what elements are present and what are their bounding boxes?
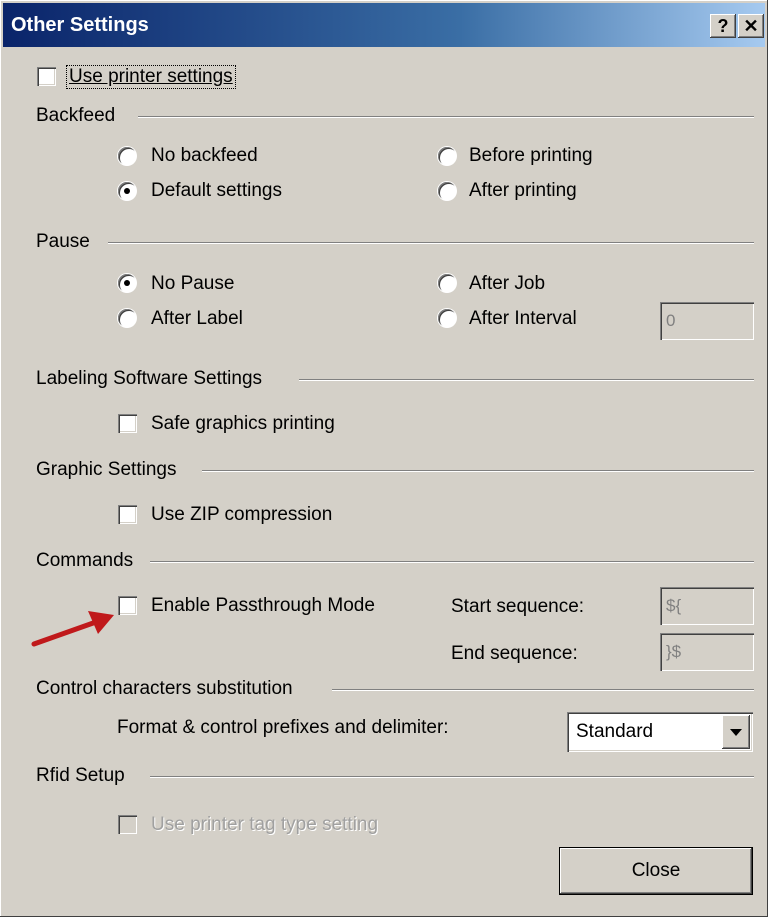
after-printing-radio[interactable] [438, 182, 456, 200]
labeling-software-group-title: Labeling Software Settings [36, 368, 263, 389]
close-icon[interactable]: ✕ [738, 14, 764, 38]
end-sequence-input[interactable]: }$ [660, 633, 754, 671]
chevron-down-icon[interactable] [722, 715, 750, 749]
after-job-label: After Job [469, 273, 546, 294]
no-backfeed-label: No backfeed [151, 145, 258, 166]
backfeed-group-title: Backfeed [36, 105, 116, 126]
before-printing-label: Before printing [469, 145, 593, 166]
use-printer-settings-checkbox[interactable] [37, 67, 56, 86]
passthrough-mode-label: Enable Passthrough Mode [151, 595, 375, 616]
pause-group-title: Pause [36, 231, 90, 252]
after-interval-radio[interactable] [438, 309, 456, 327]
zip-compression-checkbox[interactable] [118, 505, 137, 524]
no-backfeed-radio[interactable] [118, 147, 136, 165]
format-prefixes-label: Format & control prefixes and delimiter: [117, 717, 449, 738]
close-button[interactable]: Close [560, 848, 752, 894]
default-settings-radio[interactable] [118, 182, 136, 200]
after-interval-label: After Interval [469, 308, 577, 329]
safe-graphics-checkbox[interactable] [118, 414, 137, 433]
start-sequence-input[interactable]: ${ [660, 587, 754, 625]
control-chars-divider [332, 689, 754, 691]
format-select[interactable]: Standard [567, 712, 753, 752]
dialog-title: Other Settings [11, 14, 149, 36]
start-sequence-label: Start sequence: [451, 596, 585, 617]
control-chars-group-title: Control characters substitution [36, 678, 293, 699]
after-printing-label: After printing [469, 180, 577, 201]
other-settings-dialog: Other Settings ? ✕ Use printer settings … [0, 0, 768, 917]
annotation-arrow-icon [31, 611, 114, 647]
use-printer-settings-label: Use printer settings [66, 65, 236, 89]
safe-graphics-label: Safe graphics printing [151, 413, 335, 434]
commands-divider [150, 561, 754, 563]
no-pause-label: No Pause [151, 273, 235, 294]
graphic-settings-group-title: Graphic Settings [36, 459, 177, 480]
printer-tag-type-label: Use printer tag type setting [151, 814, 379, 835]
labeling-software-divider [299, 379, 754, 381]
after-label-label: After Label [151, 308, 243, 329]
pause-divider [108, 242, 754, 244]
after-label-radio[interactable] [118, 309, 136, 327]
format-select-value: Standard [576, 721, 654, 742]
interval-input[interactable]: 0 [660, 302, 754, 340]
help-icon[interactable]: ? [710, 14, 736, 38]
before-printing-radio[interactable] [438, 147, 456, 165]
backfeed-divider [138, 116, 754, 118]
default-settings-label: Default settings [151, 180, 282, 201]
rfid-group-title: Rfid Setup [36, 765, 125, 786]
zip-compression-label: Use ZIP compression [151, 504, 333, 525]
commands-group-title: Commands [36, 550, 134, 571]
title-bar: Other Settings ? ✕ [3, 3, 765, 47]
graphic-settings-divider [202, 470, 754, 472]
rfid-divider [150, 776, 754, 778]
end-sequence-label: End sequence: [451, 643, 578, 664]
no-pause-radio[interactable] [118, 274, 136, 292]
after-job-radio[interactable] [438, 274, 456, 292]
printer-tag-type-checkbox[interactable] [118, 815, 137, 834]
